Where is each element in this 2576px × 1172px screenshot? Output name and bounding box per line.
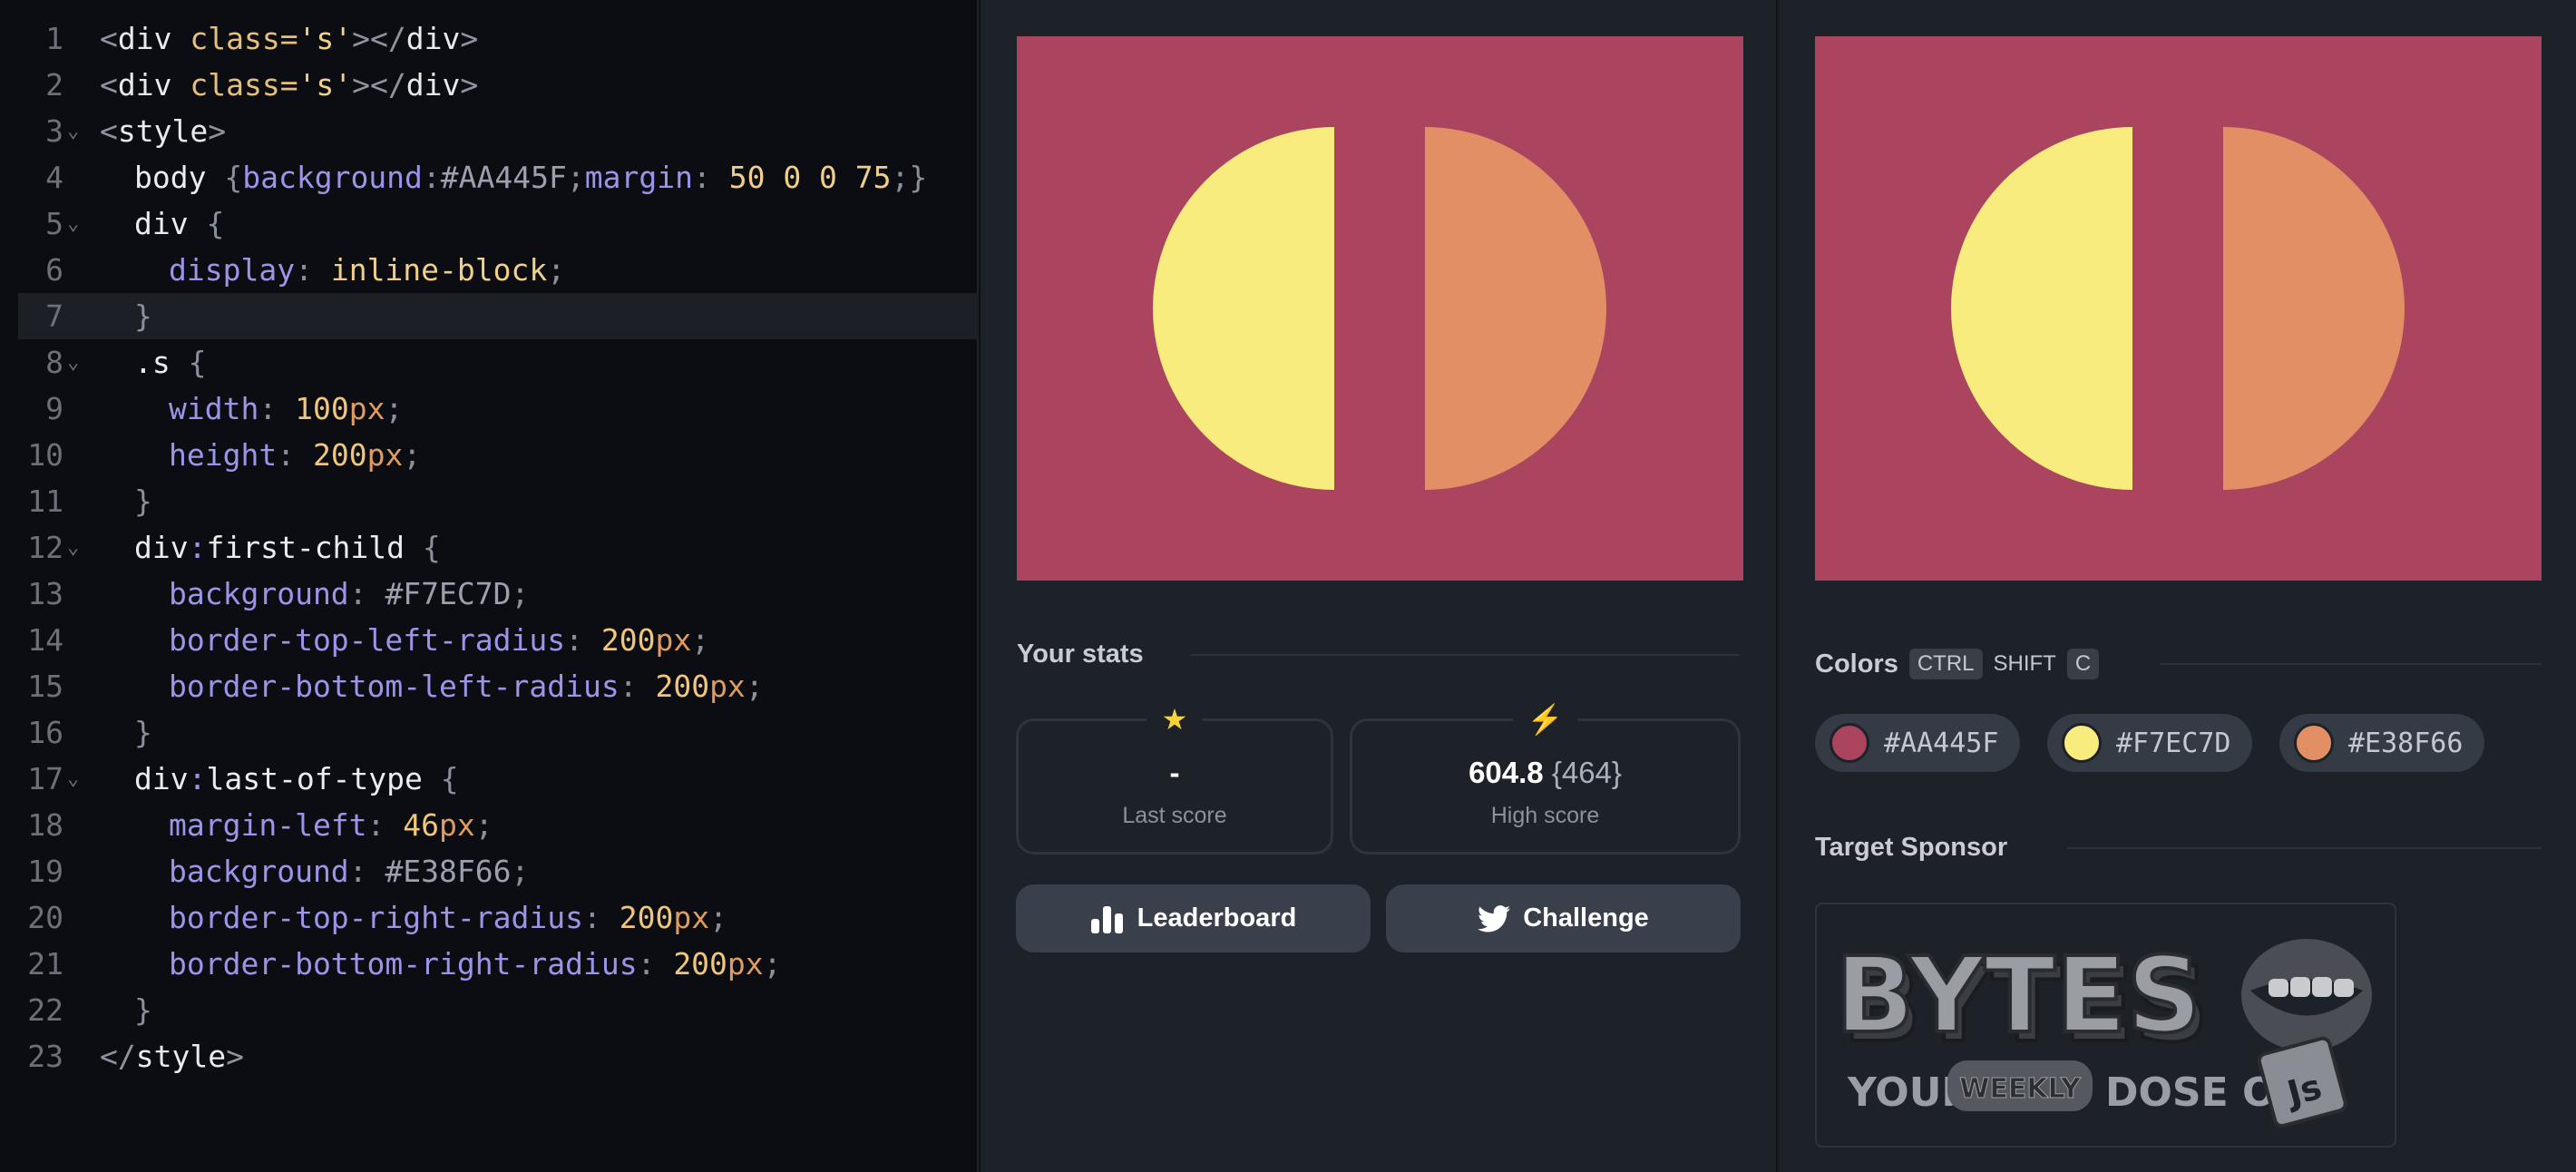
code-line[interactable]: 15 border-bottom-left-radius: 200px; [18,663,979,709]
line-number: 23 [27,1039,63,1074]
output-panel: Your stats ★ - Last score ⚡ 604.8 {464} … [981,0,1776,1172]
fold-chevron-icon[interactable]: ⌄ [67,756,79,802]
line-number: 8 [45,345,63,380]
line-number: 15 [27,669,63,704]
star-icon: ★ [1147,701,1203,737]
code-line[interactable]: 23 </style> [18,1033,979,1079]
sponsor-banner[interactable]: BYTES BYTES YOUR WEEKLY DOSE OF Js [1815,903,2396,1148]
code-line[interactable]: 14 border-top-left-radius: 200px; [18,617,979,663]
line-number: 10 [27,437,63,473]
code-line[interactable]: 22 } [18,987,979,1033]
kbd-shift: SHIFT [1993,651,2056,676]
left-half-circle [1951,127,2132,490]
divider [1191,654,1740,656]
code-line[interactable]: 16 } [18,709,979,756]
line-number: 18 [27,807,63,843]
code-editor[interactable]: 1 <div class='s'></div> 2 <div class='s'… [0,0,979,1172]
line-number: 11 [27,483,63,519]
last-score-value: - [1169,756,1180,789]
line-number: 20 [27,900,63,935]
code-line[interactable]: 3 ⌄ <style> [18,108,979,154]
line-number: 9 [45,391,63,426]
code-line[interactable]: 18 margin-left: 46px; [18,802,979,848]
code-line[interactable]: 17 ⌄ div:last-of-type { [18,756,979,802]
divider [2160,663,2542,665]
line-number: 17 [27,761,63,796]
line-number: 4 [45,160,63,195]
output-preview[interactable] [1017,36,1743,581]
code-line[interactable]: 13 background: #F7EC7D; [18,571,979,617]
lightning-icon: ⚡ [1512,701,1578,737]
code-line[interactable]: 21 border-bottom-right-radius: 200px; [18,941,979,987]
left-half-circle [1153,127,1334,490]
line-number: 19 [27,854,63,889]
kbd-c: C [2066,649,2100,679]
last-score-card: ★ - Last score [1016,701,1333,855]
challenge-button[interactable]: Challenge [1386,884,1741,952]
high-score-card: ⚡ 604.8 {464} High score [1350,701,1741,855]
line-number: 5 [45,206,63,241]
code-line-active[interactable]: 7 } [18,293,979,339]
code-line[interactable]: 5 ⌄ div { [18,200,979,247]
high-score-value: 604.8 {464} [1469,756,1622,789]
logo-text: BYTES [1835,935,2201,1057]
code-line[interactable]: 12 ⌄ div:first-child { [18,524,979,571]
stats-title: Your stats [1017,640,1144,669]
twitter-icon [1478,904,1511,932]
divider [2067,847,2542,849]
fold-chevron-icon[interactable]: ⌄ [67,339,79,386]
right-half-circle [1425,127,1606,490]
code-line[interactable]: 20 border-top-right-radius: 200px; [18,894,979,941]
sponsor-title: Target Sponsor [1815,833,2008,862]
fold-chevron-icon[interactable]: ⌄ [67,524,79,571]
code-line[interactable]: 9 width: 100px; [18,386,979,432]
line-number: 16 [27,715,63,750]
line-number: 21 [27,946,63,982]
line-number: 2 [45,67,63,103]
code-line[interactable]: 8 ⌄ .s { [18,339,979,386]
line-number: 3 [45,113,63,149]
code-line[interactable]: 11 } [18,478,979,524]
fold-chevron-icon[interactable]: ⌄ [67,108,79,154]
line-number: 6 [45,252,63,288]
color-chip[interactable]: #E38F66 [2279,714,2485,772]
tagline-2: WEEKLY [1959,1073,2082,1105]
color-chip[interactable]: #AA445F [1815,714,2021,772]
code-line[interactable]: 2 <div class='s'></div> [18,62,979,108]
line-number: 14 [27,622,63,658]
bytes-logo: BYTES BYTES YOUR WEEKLY DOSE OF Js [1833,933,2372,1128]
high-score-label: High score [1490,803,1600,828]
leaderboard-button[interactable]: Leaderboard [1016,884,1371,952]
line-number: 12 [27,530,63,565]
bar-chart-icon [1090,905,1123,933]
swatch [1830,723,1869,763]
line-number: 1 [45,21,63,56]
code-line[interactable]: 19 background: #E38F66; [18,848,979,894]
line-number: 7 [45,298,63,334]
color-chip[interactable]: #F7EC7D [2047,714,2253,772]
colors-title: Colors [1815,649,1898,679]
right-half-circle [2223,127,2405,490]
kbd-ctrl: CTRL [1908,649,1983,679]
target-panel: Colors CTRL SHIFT C #AA445F #F7EC7D #E38… [1777,0,2576,1172]
colors-header: Colors CTRL SHIFT C [1815,649,2100,679]
target-preview[interactable] [1815,36,2542,581]
code-line[interactable]: 1 <div class='s'></div> [18,15,979,62]
code-line[interactable]: 10 height: 200px; [18,432,979,478]
line-number: 22 [27,992,63,1028]
swatch [2294,723,2334,763]
last-score-label: Last score [1122,803,1227,828]
fold-chevron-icon[interactable]: ⌄ [67,200,79,247]
code-line[interactable]: 4 body {background:#AA445F;margin: 50 0 … [18,154,979,200]
code-line[interactable]: 6 display: inline-block; [18,247,979,293]
swatch [2062,723,2102,763]
line-number: 13 [27,576,63,611]
